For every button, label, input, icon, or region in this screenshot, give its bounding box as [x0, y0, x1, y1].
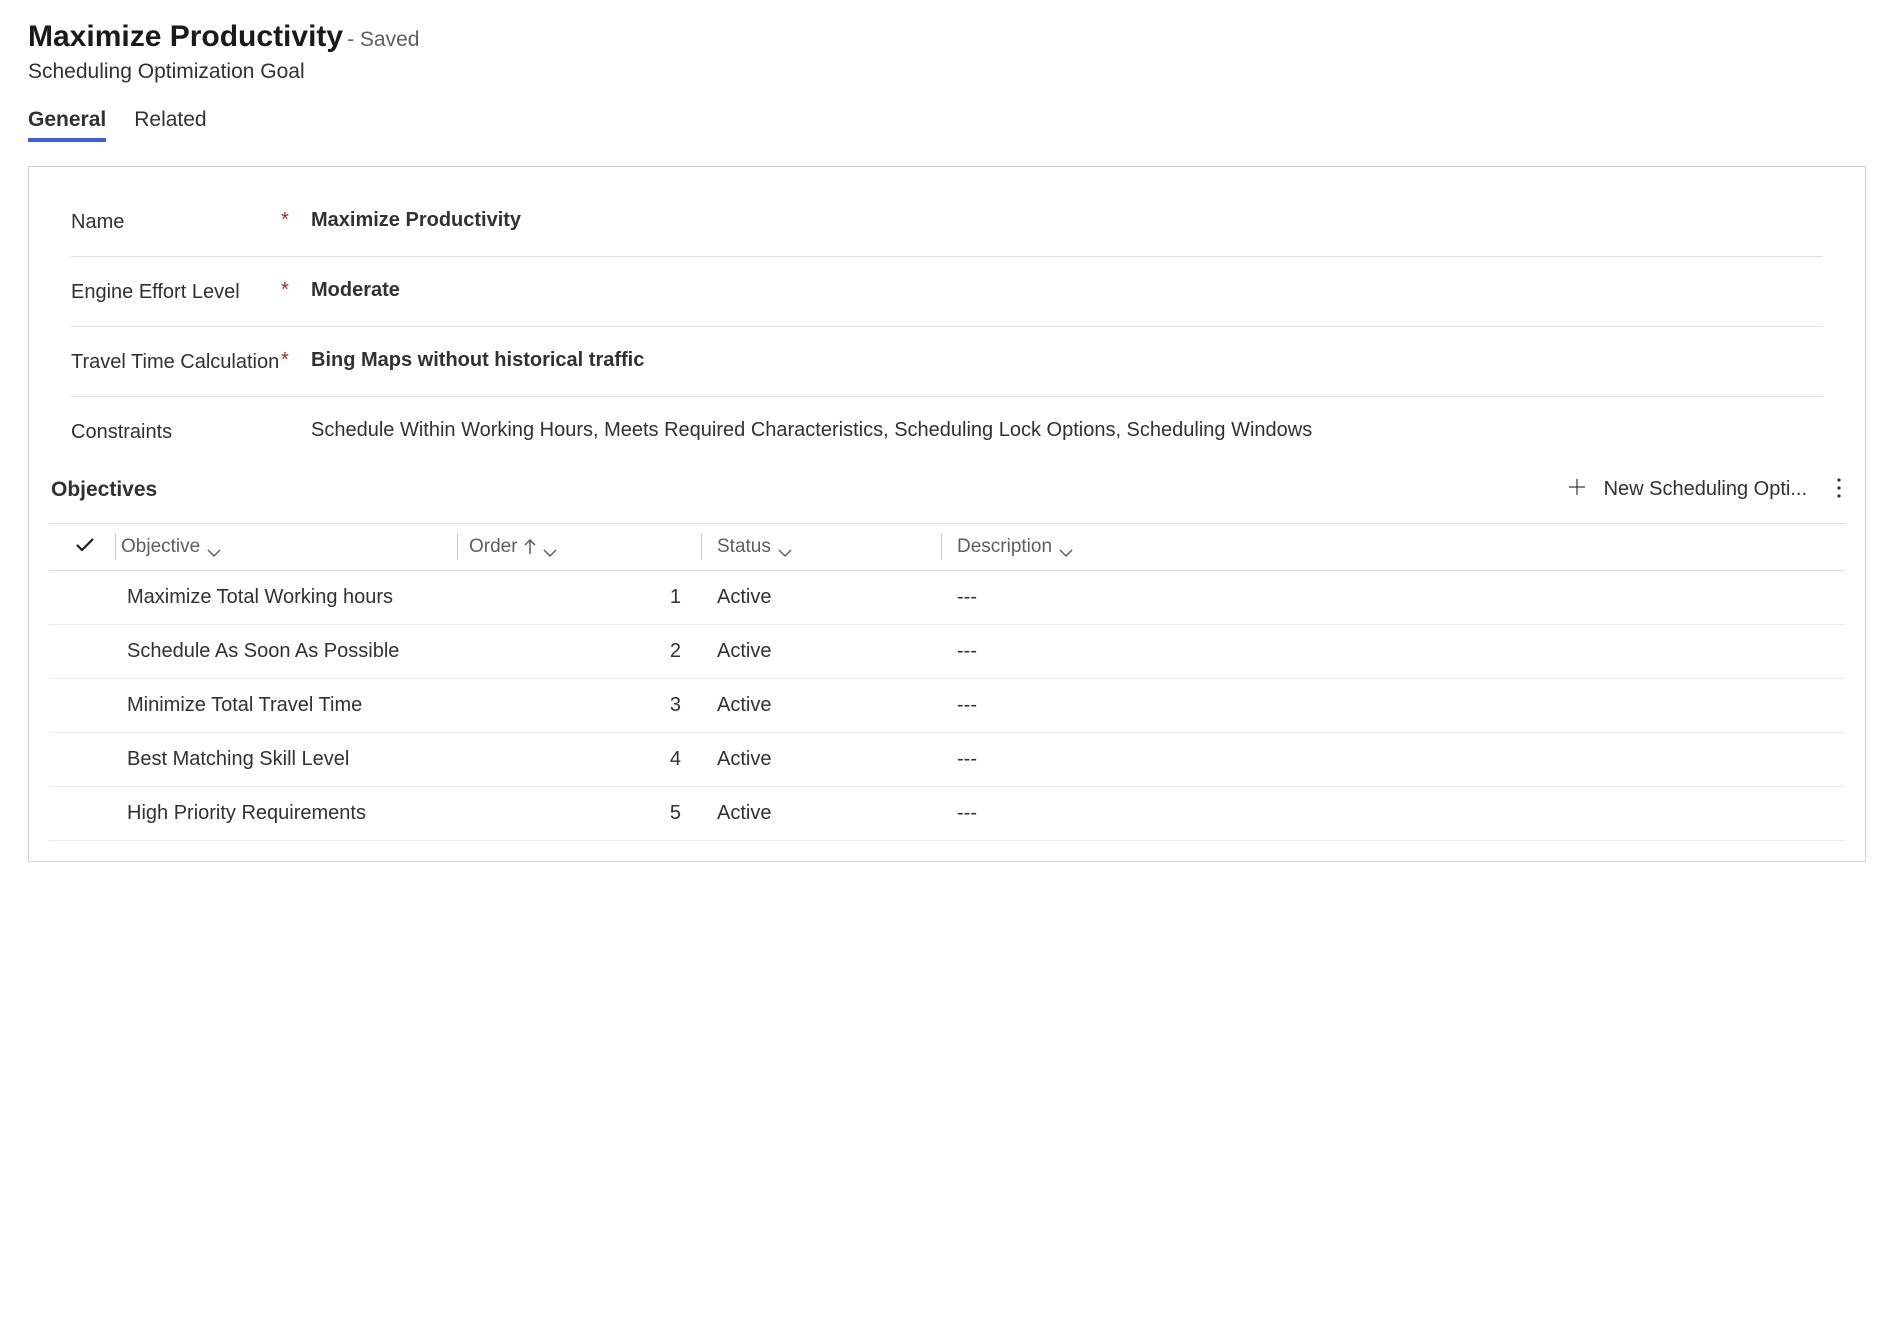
table-row[interactable]: Best Matching Skill Level 4 Active --- [49, 733, 1845, 787]
field-engine-value[interactable]: Moderate [311, 277, 1823, 302]
field-travel-value[interactable]: Bing Maps without historical traffic [311, 347, 1823, 372]
checkmark-icon [75, 537, 95, 557]
column-header-description[interactable]: Description [947, 536, 1845, 558]
required-indicator: * [281, 207, 311, 232]
field-engine-effort[interactable]: Engine Effort Level * Moderate [71, 257, 1823, 327]
grid-header-row: Objective Order [49, 523, 1845, 571]
chevron-down-icon [542, 542, 558, 552]
cell-order: 5 [463, 802, 707, 825]
field-engine-label: Engine Effort Level [71, 277, 281, 306]
page-title: Maximize Productivity [28, 20, 343, 54]
objectives-header: Objectives New Scheduling Opti... [49, 474, 1845, 505]
cell-objective[interactable]: High Priority Requirements [121, 802, 463, 825]
field-name-label: Name [71, 207, 281, 236]
arrow-up-icon [524, 539, 536, 555]
required-indicator [281, 417, 311, 419]
tab-list: General Related [28, 108, 1866, 142]
cell-status: Active [707, 802, 947, 825]
cell-order: 4 [463, 748, 707, 771]
cell-description: --- [947, 748, 1845, 771]
field-travel-time[interactable]: Travel Time Calculation * Bing Maps with… [71, 327, 1823, 397]
chevron-down-icon [1058, 542, 1074, 552]
required-indicator: * [281, 277, 311, 302]
cell-status: Active [707, 586, 947, 609]
cell-objective[interactable]: Minimize Total Travel Time [121, 694, 463, 717]
cell-description: --- [947, 586, 1845, 609]
cell-status: Active [707, 640, 947, 663]
field-name-value[interactable]: Maximize Productivity [311, 207, 1823, 232]
general-panel: Name * Maximize Productivity Engine Effo… [28, 166, 1866, 862]
tab-related[interactable]: Related [134, 108, 206, 142]
cell-description: --- [947, 802, 1845, 825]
required-indicator: * [281, 347, 311, 372]
select-all-column[interactable] [49, 536, 121, 558]
field-travel-label: Travel Time Calculation [71, 347, 281, 376]
column-header-order[interactable]: Order [463, 536, 707, 558]
cell-order: 2 [463, 640, 707, 663]
field-name[interactable]: Name * Maximize Productivity [71, 187, 1823, 257]
table-row[interactable]: Schedule As Soon As Possible 2 Active --… [49, 625, 1845, 679]
tab-general[interactable]: General [28, 108, 106, 142]
page-header: Maximize Productivity - Saved Scheduling… [28, 20, 1866, 84]
cell-objective[interactable]: Best Matching Skill Level [121, 748, 463, 771]
table-row[interactable]: Minimize Total Travel Time 3 Active --- [49, 679, 1845, 733]
cell-description: --- [947, 640, 1845, 663]
field-group: Name * Maximize Productivity Engine Effo… [49, 187, 1845, 466]
table-row[interactable]: Maximize Total Working hours 1 Active --… [49, 571, 1845, 625]
chevron-down-icon [777, 542, 793, 552]
column-header-status[interactable]: Status [707, 536, 947, 558]
cell-status: Active [707, 694, 947, 717]
more-vertical-icon [1837, 486, 1841, 501]
table-row[interactable]: High Priority Requirements 5 Active --- [49, 787, 1845, 841]
field-constraints-label: Constraints [71, 417, 281, 446]
objectives-title: Objectives [51, 478, 157, 502]
chevron-down-icon [206, 542, 222, 552]
new-scheduling-label: New Scheduling Opti... [1604, 478, 1807, 501]
save-status: - Saved [347, 28, 419, 52]
field-constraints-value[interactable]: Schedule Within Working Hours, Meets Req… [311, 417, 1823, 442]
column-header-objective[interactable]: Objective [121, 536, 463, 558]
cell-order: 3 [463, 694, 707, 717]
page-subtitle: Scheduling Optimization Goal [28, 60, 1866, 84]
new-scheduling-button[interactable]: New Scheduling Opti... [1568, 478, 1807, 502]
cell-objective[interactable]: Schedule As Soon As Possible [121, 640, 463, 663]
cell-description: --- [947, 694, 1845, 717]
objectives-grid: Objective Order [49, 523, 1845, 841]
plus-icon [1568, 478, 1586, 502]
cell-status: Active [707, 748, 947, 771]
cell-order: 1 [463, 586, 707, 609]
more-actions-button[interactable] [1835, 474, 1843, 505]
cell-objective[interactable]: Maximize Total Working hours [121, 586, 463, 609]
field-constraints[interactable]: Constraints Schedule Within Working Hour… [71, 397, 1823, 466]
